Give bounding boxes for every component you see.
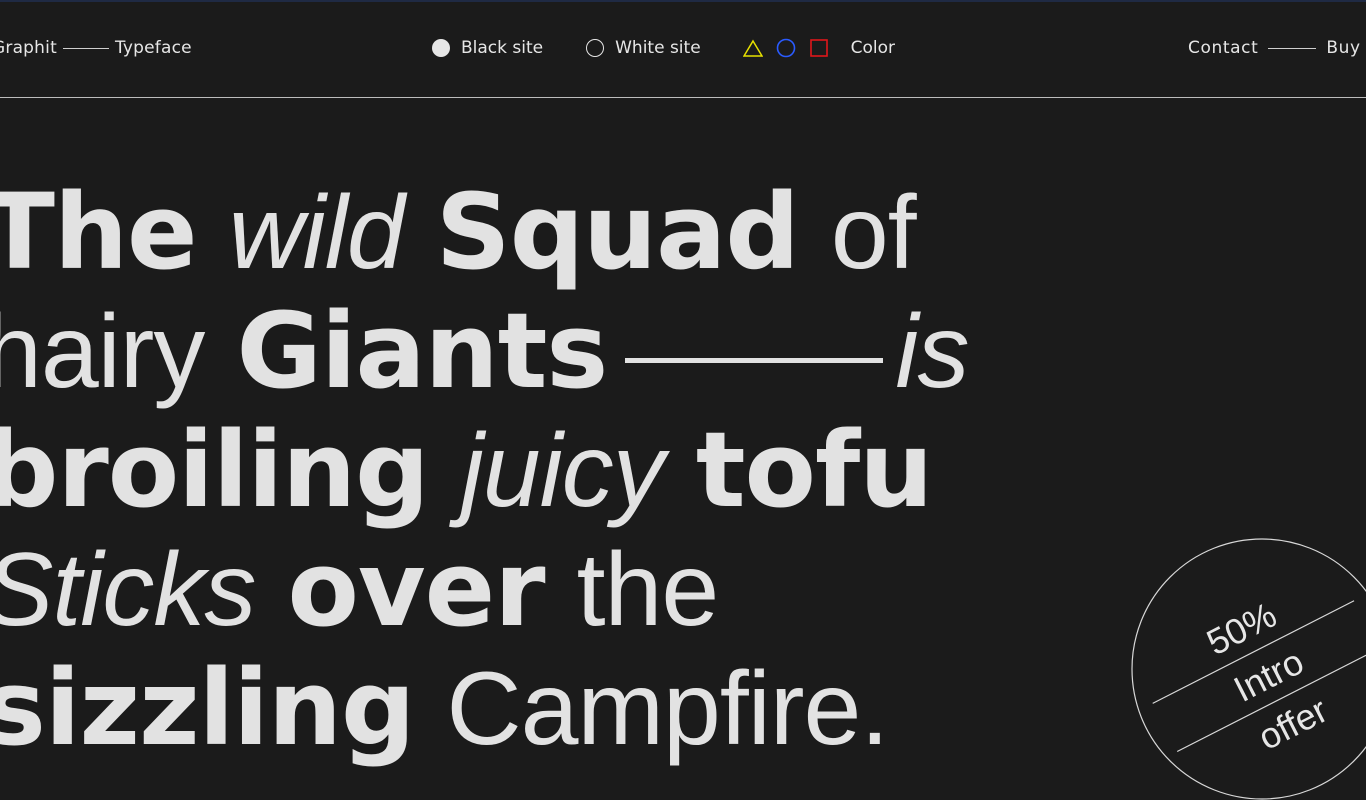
headline-word: juicy [460, 413, 665, 529]
empty-circle-icon [586, 39, 605, 57]
headline-word: of [830, 175, 917, 291]
headline-word: broiling [0, 409, 430, 531]
black-site-option[interactable]: Black site [432, 38, 543, 58]
nav-dash [1268, 47, 1317, 49]
circle-icon [776, 38, 795, 58]
nav-dash [62, 47, 109, 49]
headline-word: Sticks [0, 532, 256, 648]
brand-link[interactable]: Graphit [0, 38, 57, 58]
headline-line-5: sizzling Campfire. [0, 649, 968, 768]
triangle-icon [742, 39, 763, 57]
square-icon [809, 39, 828, 57]
black-site-label: Black site [461, 38, 544, 58]
headline-line-4: Sticks over the [0, 530, 968, 649]
contact-link[interactable]: Contact [1188, 38, 1258, 58]
color-shapes[interactable] [742, 38, 829, 58]
nav-right-group: Contact Buy [1188, 38, 1361, 58]
hero-headline: The wild Squad of hairy Giants is broilin… [0, 173, 969, 768]
headline-word: tofu [695, 409, 933, 531]
headline-word: Giants [236, 290, 608, 412]
filled-circle-icon [432, 39, 450, 57]
theme-switcher: Black site White site Color [432, 38, 895, 58]
color-link[interactable]: Color [851, 38, 895, 58]
white-site-option[interactable]: White site [586, 38, 701, 58]
headline-dash [625, 358, 884, 364]
headline-word: hairy [0, 294, 205, 410]
headline-word: is [895, 294, 969, 410]
headline-word: wild [228, 175, 405, 291]
headline-word: The [0, 171, 198, 293]
headline-line-3: broiling juicy tofu [0, 411, 968, 530]
headline-word: sizzling [0, 647, 415, 769]
typeface-link[interactable]: Typeface [115, 38, 192, 58]
headline-line-1: The wild Squad of [0, 173, 968, 292]
headline-word: Squad [435, 171, 800, 293]
headline-word: Campfire. [446, 651, 889, 767]
headline-word: over [287, 528, 545, 650]
white-site-label: White site [615, 38, 701, 58]
buy-link[interactable]: Buy [1326, 38, 1360, 58]
headline-line-2: hairy Giants is [0, 290, 969, 412]
intro-offer-badge[interactable]: 50% Intro offer [1131, 538, 1366, 800]
top-navigation: Graphit Typeface Black site White site C… [0, 0, 1366, 98]
nav-left-group: Graphit Typeface [0, 38, 192, 58]
headline-word: the [576, 532, 720, 648]
